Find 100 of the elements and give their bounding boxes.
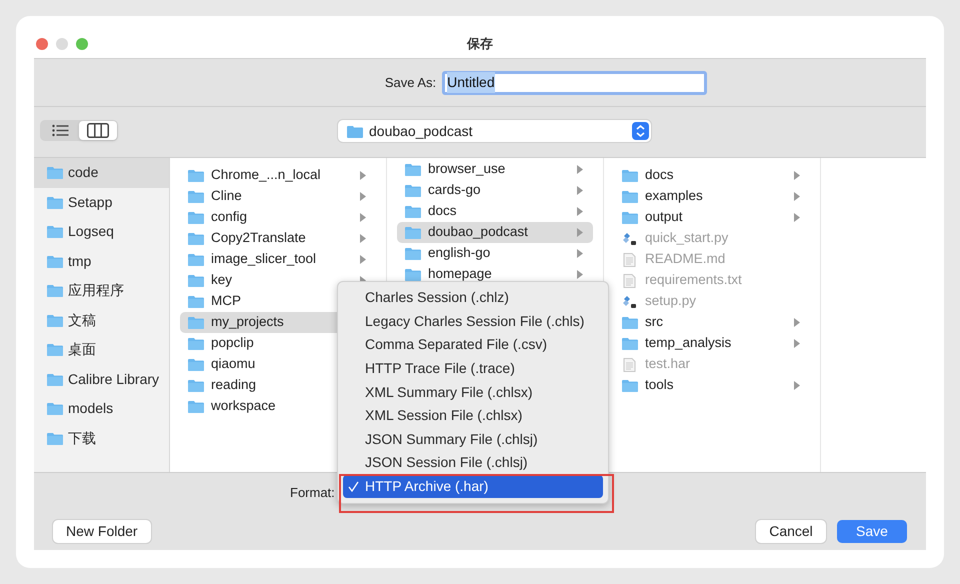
file-item[interactable]: doubao_podcast bbox=[397, 222, 593, 243]
folder-icon bbox=[188, 337, 204, 350]
columns-icon bbox=[87, 123, 109, 138]
location-popup[interactable]: doubao_podcast bbox=[338, 120, 651, 142]
folder-icon bbox=[405, 163, 421, 176]
new-folder-button[interactable]: New Folder bbox=[53, 520, 151, 542]
chevron-right-icon bbox=[360, 213, 366, 222]
folder-icon bbox=[188, 358, 204, 371]
window-title: 保存 bbox=[467, 35, 493, 54]
sidebar-item[interactable]: models bbox=[34, 394, 169, 424]
chevron-right-icon bbox=[360, 234, 366, 243]
menu-item[interactable]: HTTP Archive (.har) bbox=[343, 474, 603, 498]
chevron-right-icon bbox=[360, 255, 366, 264]
folder-icon bbox=[405, 184, 421, 197]
folder-icon bbox=[47, 432, 63, 445]
folder-icon bbox=[622, 337, 638, 350]
list-icon bbox=[52, 124, 68, 137]
column-view-button[interactable] bbox=[79, 121, 117, 140]
save-button[interactable]: Save bbox=[837, 520, 907, 542]
menu-item[interactable]: XML Session File (.chlsx) bbox=[343, 404, 603, 428]
sidebar-item[interactable]: code bbox=[34, 158, 169, 188]
sidebar-item[interactable]: 应用程序 bbox=[34, 276, 169, 306]
document-icon bbox=[622, 274, 638, 288]
folder-icon bbox=[47, 225, 63, 238]
folder-icon bbox=[622, 379, 638, 392]
chevron-right-icon bbox=[577, 186, 583, 195]
format-label: Format: bbox=[290, 484, 335, 502]
script-file-icon bbox=[622, 232, 638, 246]
file-item[interactable]: config bbox=[180, 207, 376, 228]
file-item[interactable]: Copy2Translate bbox=[180, 228, 376, 249]
folder-icon bbox=[47, 254, 63, 268]
folder-icon bbox=[188, 295, 204, 308]
file-item[interactable]: tools bbox=[614, 375, 810, 396]
script-file-icon bbox=[622, 294, 638, 308]
file-item[interactable]: docs bbox=[397, 201, 593, 222]
folder-icon bbox=[622, 169, 638, 182]
file-item[interactable]: cards-go bbox=[397, 180, 593, 201]
menu-item[interactable]: HTTP Trace File (.trace) bbox=[343, 356, 603, 380]
stepper-icon bbox=[632, 122, 649, 140]
cancel-button[interactable]: Cancel bbox=[756, 520, 826, 542]
folder-icon bbox=[188, 211, 204, 224]
folder-icon bbox=[622, 190, 638, 203]
folder-icon bbox=[188, 169, 204, 182]
menu-item[interactable]: JSON Summary File (.chlsj) bbox=[343, 428, 603, 452]
folder-icon bbox=[47, 402, 63, 416]
file-item[interactable]: browser_use bbox=[397, 159, 593, 180]
file-item[interactable]: examples bbox=[614, 186, 810, 207]
folder-icon bbox=[47, 196, 63, 209]
file-item[interactable]: image_slicer_tool bbox=[180, 249, 376, 270]
folder-icon bbox=[188, 316, 204, 329]
chevron-right-icon bbox=[794, 318, 800, 327]
save-as-label: Save As: bbox=[384, 74, 436, 92]
file-item[interactable]: Cline bbox=[180, 186, 376, 207]
file-item[interactable]: output bbox=[614, 207, 810, 228]
sidebar-item[interactable]: 桌面 bbox=[34, 335, 169, 364]
folder-icon bbox=[47, 284, 63, 298]
sidebar-item[interactable]: Setapp bbox=[34, 188, 169, 217]
chevron-right-icon bbox=[577, 249, 583, 258]
folder-icon bbox=[188, 400, 204, 413]
file-item[interactable]: src bbox=[614, 312, 810, 333]
chevron-right-icon bbox=[577, 165, 583, 174]
chevron-right-icon bbox=[794, 381, 800, 390]
chevron-right-icon bbox=[794, 213, 800, 222]
file-item[interactable]: temp_analysis bbox=[614, 333, 810, 354]
folder-icon bbox=[188, 274, 204, 287]
folder-icon bbox=[622, 316, 638, 329]
folder-icon bbox=[405, 205, 421, 218]
menu-item[interactable]: XML Summary File (.chlsx) bbox=[343, 380, 603, 404]
folder-icon bbox=[622, 211, 638, 224]
menu-item[interactable]: Comma Separated File (.csv) bbox=[343, 333, 603, 357]
sidebar-item[interactable]: tmp bbox=[34, 246, 169, 276]
folder-icon bbox=[347, 124, 363, 138]
chevron-right-icon bbox=[577, 228, 583, 237]
sidebar-item[interactable]: 文稿 bbox=[34, 306, 169, 335]
file-item[interactable]: english-go bbox=[397, 243, 593, 264]
file-item[interactable]: homepage bbox=[397, 264, 593, 285]
folder-icon bbox=[188, 253, 204, 266]
menu-item[interactable]: JSON Session File (.chlsj) bbox=[343, 451, 603, 475]
file-item[interactable]: docs bbox=[614, 165, 810, 186]
document-icon bbox=[622, 252, 638, 266]
chevron-right-icon bbox=[794, 192, 800, 201]
menu-item[interactable]: Charles Session (.chlz) bbox=[343, 286, 603, 310]
folder-icon bbox=[188, 190, 204, 203]
chevron-right-icon bbox=[360, 192, 366, 201]
file-item[interactable]: Chrome_...n_local bbox=[180, 165, 376, 186]
sidebar-item[interactable]: Calibre Library bbox=[34, 364, 169, 394]
folder-icon bbox=[405, 268, 421, 281]
chevron-right-icon bbox=[360, 171, 366, 180]
checkmark-icon bbox=[348, 481, 359, 492]
sidebar-item[interactable]: Logseq bbox=[34, 217, 169, 246]
folder-icon bbox=[188, 232, 204, 245]
document-icon bbox=[622, 358, 638, 372]
folder-icon bbox=[405, 226, 421, 239]
folder-icon bbox=[47, 372, 63, 386]
filename-field[interactable]: Untitled bbox=[442, 70, 708, 94]
folder-icon bbox=[188, 379, 204, 392]
sidebar-item[interactable]: 下载 bbox=[34, 424, 169, 453]
folder-icon bbox=[405, 247, 421, 260]
chevron-right-icon bbox=[794, 171, 800, 180]
folder-icon bbox=[47, 343, 63, 356]
